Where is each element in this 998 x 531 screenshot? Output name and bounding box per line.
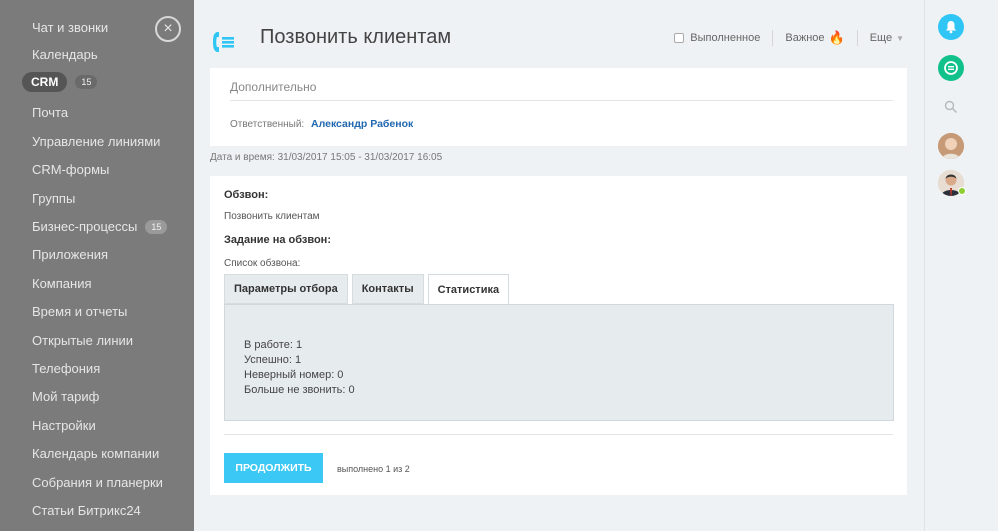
menu-item-company[interactable]: Компания xyxy=(32,276,92,291)
progress-text: выполнено 1 из 2 xyxy=(337,464,410,474)
menu-item-label: Почта xyxy=(32,105,69,120)
call-label: Обзвон: xyxy=(224,189,269,201)
menu-item-apps[interactable]: Приложения xyxy=(32,247,108,262)
close-slider-button[interactable]: × xyxy=(155,16,181,42)
statistics-panel: В работе: 1 Успешно: 1 Неверный номер: 0… xyxy=(224,304,894,421)
stat-in-progress: В работе: 1 xyxy=(244,339,303,351)
stat-do-not-call: Больше не звонить: 0 xyxy=(244,384,355,396)
menu-item-telephony[interactable]: Телефония xyxy=(32,361,100,376)
completed-checkbox[interactable] xyxy=(674,33,685,43)
divider xyxy=(224,434,893,435)
right-toolbar xyxy=(924,0,998,531)
chat-button[interactable] xyxy=(938,55,964,81)
stat-wrong-number: Неверный номер: 0 xyxy=(244,369,344,381)
online-status-dot xyxy=(958,187,966,195)
close-icon: × xyxy=(163,20,173,37)
menu-item-time[interactable]: Время и отчеты xyxy=(32,304,127,319)
notifications-button[interactable] xyxy=(938,14,964,40)
completed-label[interactable]: Выполненное xyxy=(690,32,760,44)
important-label[interactable]: Важное xyxy=(785,32,824,44)
menu-item-label: Мой тариф xyxy=(32,389,100,404)
chevron-down-icon[interactable]: ▼ xyxy=(896,34,904,43)
responsible-name-link[interactable]: Александр Рабенок xyxy=(311,118,413,130)
menu-item-crm[interactable]: CRM 15 xyxy=(22,72,98,92)
menu-counter-badge: 15 xyxy=(145,219,168,234)
menu-item-chat[interactable]: Чат и звонки xyxy=(32,20,108,35)
menu-counter-badge: 15 xyxy=(75,75,98,89)
tab-filter-params[interactable]: Параметры отбора xyxy=(224,274,348,304)
tab-statistics[interactable]: Статистика xyxy=(427,274,510,305)
divider xyxy=(856,30,858,46)
menu-item-mail[interactable]: Почта xyxy=(32,105,68,120)
responsible-label: Ответственный: xyxy=(230,119,305,130)
datetime-text: Дата и время: 31/03/2017 15:05 - 31/03/2… xyxy=(210,152,443,163)
header-actions: Выполненное Важное 🔥 Еще ▼ xyxy=(674,30,904,46)
chat-icon xyxy=(944,61,958,75)
menu-item-label: Собрания и планерки xyxy=(32,475,163,490)
menu-item-label: Управление линиями xyxy=(32,134,161,149)
menu-item-tariff[interactable]: Мой тариф xyxy=(32,389,99,404)
menu-item-label: Компания xyxy=(32,276,92,291)
menu-item-bizproc[interactable]: Бизнес-процессы 15 xyxy=(32,219,168,234)
menu-item-label: Бизнес-процессы xyxy=(32,219,138,234)
additional-toggle[interactable]: Дополнительно xyxy=(230,80,316,94)
menu-item-label: Открытые линии xyxy=(32,333,134,348)
menu-item-label: Телефония xyxy=(32,361,101,376)
menu-item-open-lines[interactable]: Открытые линии xyxy=(32,333,133,348)
call-value: Позвонить клиентам xyxy=(224,211,320,222)
menu-item-meetings[interactable]: Собрания и планерки xyxy=(32,475,163,490)
fire-icon[interactable]: 🔥 xyxy=(829,30,845,46)
menu-item-label: Время и отчеты xyxy=(32,304,128,319)
menu-item-label: Приложения xyxy=(32,247,109,262)
menu-item-company-calendar[interactable]: Календарь компании xyxy=(32,446,159,461)
menu-item-label: Настройки xyxy=(32,418,96,433)
menu-item-crm-forms[interactable]: CRM-формы xyxy=(32,162,109,177)
menu-item-label: Группы xyxy=(32,191,76,206)
call-list-tabs: Параметры отбора Контакты Статистика xyxy=(224,274,513,305)
menu-item-label: CRM xyxy=(22,72,68,92)
call-task-card: Обзвон: Позвонить клиентам Задание на об… xyxy=(210,176,907,495)
search-icon xyxy=(944,100,958,114)
continue-button[interactable]: продолжить xyxy=(224,453,323,483)
menu-item-label: CRM-формы xyxy=(32,162,110,177)
avatar[interactable] xyxy=(938,133,964,159)
menu-item-articles[interactable]: Статьи Битрикс24 xyxy=(32,503,141,518)
menu-item-groups[interactable]: Группы xyxy=(32,191,75,206)
phone-list-icon xyxy=(213,32,234,52)
divider xyxy=(230,100,893,101)
activity-slider: Позвонить клиентам Выполненное Важное 🔥 … xyxy=(194,6,924,531)
left-menu: Чат и звонки Календарь CRM 15 Почта Упра… xyxy=(0,0,194,531)
page-title: Позвонить клиентам xyxy=(260,26,452,48)
tab-contacts[interactable]: Контакты xyxy=(351,274,424,304)
divider xyxy=(772,30,774,46)
task-label: Задание на обзвон: xyxy=(224,234,331,246)
stat-success: Успешно: 1 xyxy=(244,354,302,366)
bell-icon xyxy=(946,21,956,34)
details-card: Дополнительно Ответственный: Александр Р… xyxy=(210,68,907,146)
search-button[interactable] xyxy=(938,94,964,120)
activity-header: Позвонить клиентам Выполненное Важное 🔥 … xyxy=(194,6,924,68)
menu-item-label: Календарь xyxy=(32,47,98,62)
user-avatar-icon xyxy=(938,133,964,159)
call-list-label: Список обзвона: xyxy=(224,258,301,269)
responsible-row: Ответственный: Александр Рабенок xyxy=(230,118,413,130)
menu-item-calendar[interactable]: Календарь xyxy=(32,47,98,62)
menu-item-lines[interactable]: Управление линиями xyxy=(32,134,160,149)
menu-item-settings[interactable]: Настройки xyxy=(32,418,96,433)
menu-item-label: Календарь компании xyxy=(32,446,160,461)
menu-item-label: Статьи Битрикс24 xyxy=(32,503,141,518)
more-menu-label[interactable]: Еще xyxy=(870,32,892,44)
menu-item-label: Чат и звонки xyxy=(32,20,109,35)
